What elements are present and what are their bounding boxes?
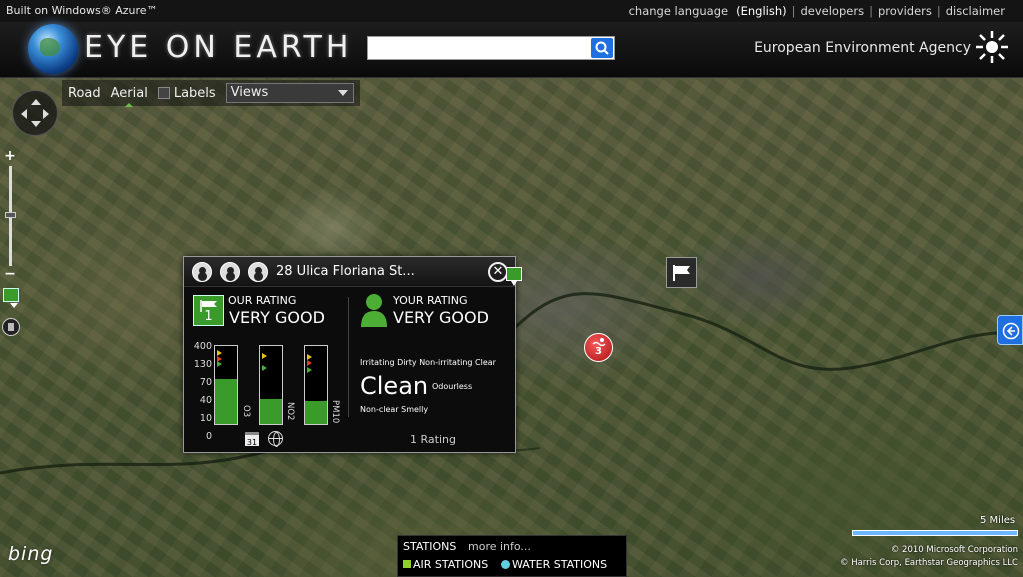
copyright-microsoft: © 2010 Microsoft Corporation <box>890 545 1018 555</box>
your-rating-label: YOUR RATING <box>393 294 468 307</box>
pm10-label: PM10 <box>330 400 340 424</box>
air-stations-toggle[interactable]: AIR STATIONS <box>403 558 488 571</box>
our-rating-count: 1 <box>204 309 213 324</box>
search-input[interactable] <box>371 39 586 57</box>
labels-label[interactable]: Labels <box>174 86 216 101</box>
add-rating-flag-icon[interactable] <box>3 288 19 308</box>
close-icon[interactable]: ✕ <box>488 262 508 282</box>
popup-header: 28 Ulica Floriana St... ✕ <box>184 257 515 287</box>
level-marker-icon <box>217 361 225 367</box>
zoom-slider-thumb[interactable] <box>5 212 16 218</box>
more-info-link[interactable]: more info... <box>468 540 531 553</box>
views-dropdown[interactable]: Views <box>225 83 354 103</box>
search-button[interactable] <box>591 38 613 58</box>
agency-name[interactable]: European Environment Agency <box>754 40 971 56</box>
swimmer-icon <box>592 338 606 346</box>
scale-label: 5 Miles <box>980 515 1016 526</box>
pm10-bar[interactable] <box>304 345 328 425</box>
built-on-azure: Built on Windows® Azure™ <box>6 4 158 17</box>
water-stations-toggle[interactable]: WATER STATIONS <box>501 558 607 571</box>
our-rating-flag-icon: 1 <box>193 295 224 326</box>
road-view-button[interactable]: Road <box>68 86 101 101</box>
search-box <box>367 36 615 60</box>
expand-panel-button[interactable] <box>997 315 1023 345</box>
water-stations-label: WATER STATIONS <box>512 558 608 571</box>
header: EYE ON EARTH European Environment Agency <box>0 22 1023 78</box>
developers-link[interactable]: developers <box>796 4 868 18</box>
no2-bar[interactable] <box>259 345 283 425</box>
tick-label: 0 <box>205 431 212 442</box>
eea-logo-icon[interactable] <box>975 30 1009 64</box>
trash-bin-icon[interactable] <box>248 262 268 282</box>
level-marker-icon <box>307 367 315 373</box>
pan-left-icon[interactable] <box>16 109 27 119</box>
water-marker-count: 3 <box>595 346 602 357</box>
level-marker-icon <box>262 365 270 371</box>
pan-up-icon[interactable] <box>31 94 41 105</box>
globe-logo-icon[interactable] <box>28 24 78 74</box>
globe-icon[interactable] <box>268 431 283 447</box>
aerial-view-button[interactable]: Aerial <box>111 86 148 101</box>
tick-label: 130 <box>193 359 212 370</box>
no2-label: NO2 <box>285 402 295 421</box>
water-station-marker[interactable]: 3 <box>584 333 613 362</box>
user-icon[interactable] <box>192 262 212 282</box>
copyright-imagery: © Harris Corp, Earthstar Geographics LLC <box>840 558 1018 568</box>
change-language-link[interactable]: change language <box>625 4 733 18</box>
no2-bar-fill <box>260 399 282 424</box>
o3-bar[interactable] <box>214 345 238 425</box>
rating-count: 1 Rating <box>410 433 456 446</box>
trash-icon[interactable] <box>2 318 20 336</box>
scale-bar <box>852 530 1018 536</box>
search-icon <box>595 41 609 55</box>
air-stations-label: AIR STATIONS <box>413 558 489 571</box>
divider <box>348 297 349 417</box>
air-station-square-icon <box>403 560 411 568</box>
clean-descriptor: Clean <box>360 372 429 400</box>
your-rating-value: VERY GOOD <box>393 308 489 327</box>
current-language: (English) <box>736 4 787 18</box>
odourless-descriptor: Odourless <box>432 382 473 391</box>
popup-title: 28 Ulica Floriana St... <box>276 264 415 279</box>
descriptor-words: Non-clear Smelly <box>360 405 429 414</box>
map-style-toolbar: Road Aerial Labels Views <box>62 80 360 106</box>
stations-title: STATIONS <box>403 540 457 553</box>
location-info-popup: 28 Ulica Floriana St... ✕ 1 OUR RATING V… <box>183 256 522 453</box>
flag-icon <box>673 265 690 281</box>
descriptor-words: Irritating Dirty Non-irritating Clear <box>360 358 496 367</box>
labels-checkbox[interactable] <box>157 87 170 99</box>
stations-legend: STATIONS more info... AIR STATIONS WATER… <box>397 535 627 577</box>
o3-bar-fill <box>215 378 237 424</box>
top-links: change language (English) | developers |… <box>625 4 1009 18</box>
tick-label: 70 <box>199 377 212 388</box>
our-rating-value: VERY GOOD <box>229 308 325 327</box>
site-logo-text[interactable]: EYE ON EARTH <box>84 30 352 65</box>
tick-label: 400 <box>193 341 212 352</box>
pan-down-icon[interactable] <box>31 121 41 132</box>
views-dropdown-value: Views <box>230 85 269 100</box>
pan-control[interactable] <box>12 90 58 136</box>
users-icon[interactable] <box>220 262 240 282</box>
pan-right-icon[interactable] <box>43 109 54 119</box>
providers-link[interactable]: providers <box>874 4 936 18</box>
rating-pin-icon <box>506 267 522 286</box>
o3-label: O3 <box>241 405 251 418</box>
our-rating-label: OUR RATING <box>228 294 297 307</box>
tick-label: 10 <box>199 413 212 424</box>
tick-label: 40 <box>199 395 212 406</box>
chevron-down-icon <box>337 90 348 101</box>
level-marker-icon <box>307 360 315 366</box>
zoom-out-button[interactable]: − <box>3 267 17 282</box>
bing-logo: bing <box>8 543 54 565</box>
pm10-bar-fill <box>305 400 327 424</box>
disclaimer-link[interactable]: disclaimer <box>942 4 1009 18</box>
user-rating-icon[interactable] <box>360 293 388 327</box>
calendar-icon[interactable]: 31 <box>245 432 259 447</box>
water-station-dot-icon <box>501 560 510 569</box>
top-bar: Built on Windows® Azure™ change language… <box>0 0 1023 22</box>
arrow-left-circle-icon <box>1002 322 1020 340</box>
zoom-in-button[interactable]: + <box>3 149 17 164</box>
air-station-marker[interactable] <box>666 257 697 288</box>
level-marker-icon <box>262 353 270 359</box>
